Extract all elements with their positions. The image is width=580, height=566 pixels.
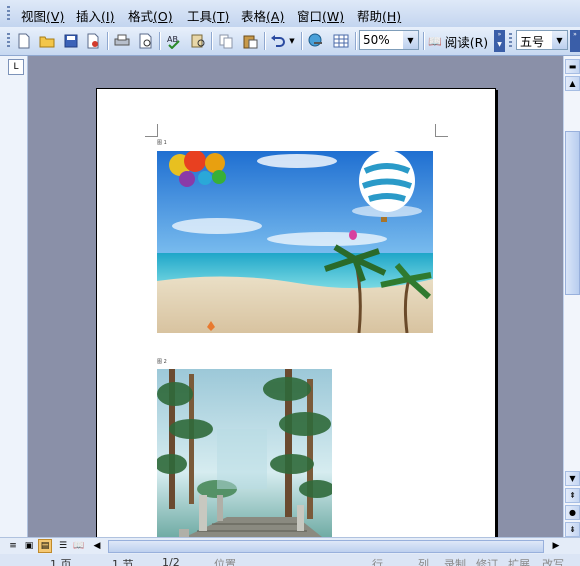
toolbar-separator: [301, 32, 302, 50]
scroll-left-icon[interactable]: ◀: [90, 539, 104, 553]
status-trk[interactable]: 修订: [476, 556, 498, 566]
toolbar-separator: [159, 32, 160, 50]
figure-caption: 图 2: [157, 359, 167, 365]
toolbar-separator: [211, 32, 212, 50]
select-browse-object-icon[interactable]: ●: [565, 505, 580, 520]
next-page-icon[interactable]: ⇟: [565, 522, 580, 537]
status-column: 列: [418, 558, 429, 566]
margin-corner-mark: [435, 124, 448, 137]
print-icon[interactable]: [112, 31, 132, 51]
undo-dropdown-icon[interactable]: ▼: [287, 31, 297, 51]
toolbar-separator: [355, 32, 356, 50]
status-rec[interactable]: 录制: [444, 556, 466, 566]
forest-dock-image[interactable]: [157, 369, 332, 537]
normal-view-icon[interactable]: ≡: [6, 539, 20, 553]
document-page[interactable]: 图 1 图 2: [96, 88, 496, 537]
horizontal-scroll-thumb[interactable]: [108, 540, 544, 553]
print-preview-icon[interactable]: [136, 31, 156, 51]
zoom-select[interactable]: 50% ▼: [359, 30, 419, 50]
scroll-up-icon[interactable]: ▲: [565, 76, 580, 91]
status-bar: 1 页 1 节 1/2 位置 行 列 录制 修订 扩展 改写: [0, 554, 580, 566]
beach-balloons-image[interactable]: [157, 151, 433, 333]
toolbar-options-icon[interactable]: »: [570, 30, 580, 52]
new-document-icon[interactable]: [14, 31, 34, 51]
figure-caption: 图 1: [157, 140, 167, 146]
status-ovr[interactable]: 改写: [542, 556, 564, 566]
paste-icon[interactable]: [240, 31, 260, 51]
menu-format[interactable]: 格式(O): [128, 6, 173, 25]
toolbar-separator: [423, 32, 424, 50]
toolbar-options-icon[interactable]: » ▼: [494, 30, 505, 52]
toolbar-separator: [264, 32, 265, 50]
workspace-top: [28, 56, 562, 81]
open-folder-icon[interactable]: [37, 31, 57, 51]
reading-layout-icon[interactable]: 📖: [72, 539, 86, 553]
status-page: 1 页: [50, 558, 72, 566]
spelling-icon[interactable]: AB: [164, 31, 184, 51]
chevron-down-icon[interactable]: ▼: [403, 31, 418, 49]
standard-toolbar: AB ▼ 50% ▼ 📖 阅读(R) » ▼ 五号 ▼ »: [0, 27, 580, 56]
vertical-ruler[interactable]: [0, 81, 28, 537]
margin-corner-mark: [145, 124, 158, 137]
menu-help[interactable]: 帮助(H): [357, 6, 401, 25]
menubar-grip[interactable]: [7, 6, 10, 21]
menu-insert[interactable]: 插入(I): [76, 6, 114, 25]
document-workspace: 图 1 图 2: [28, 81, 562, 537]
permission-icon[interactable]: [83, 31, 103, 51]
menu-view[interactable]: 视图(V): [21, 6, 64, 25]
menu-table[interactable]: 表格(A): [241, 6, 284, 25]
toolbar-grip[interactable]: [509, 33, 512, 49]
menu-bar: 视图(V) 插入(I) 格式(O) 工具(T) 表格(A) 窗口(W) 帮助(H…: [0, 0, 580, 28]
font-size-value: 五号: [520, 35, 545, 49]
scroll-thumb[interactable]: [565, 131, 580, 295]
horizontal-scrollbar-area: ≡ ▣ ▤ ☰ 📖 ◀ ▶: [0, 537, 580, 555]
split-handle-icon[interactable]: ▬: [565, 59, 580, 74]
menu-window[interactable]: 窗口(W): [297, 6, 344, 25]
web-layout-view-icon[interactable]: ▣: [22, 539, 36, 553]
book-icon: 📖: [428, 34, 442, 48]
scroll-right-icon[interactable]: ▶: [549, 539, 563, 553]
toolbar-grip[interactable]: [7, 33, 10, 49]
status-section: 1 节: [112, 558, 134, 566]
status-line: 行: [372, 558, 383, 566]
copy-icon[interactable]: [216, 31, 236, 51]
previous-page-icon[interactable]: ⇞: [565, 488, 580, 503]
read-button[interactable]: 📖 阅读(R): [428, 31, 488, 51]
save-icon[interactable]: [61, 31, 81, 51]
chevron-down-icon[interactable]: ▼: [552, 31, 567, 49]
scroll-down-icon[interactable]: ▼: [565, 471, 580, 486]
status-ext[interactable]: 扩展: [508, 556, 530, 566]
vertical-scrollbar[interactable]: ▬ ▲ ▼ ⇞ ● ⇟: [563, 56, 580, 537]
zoom-value: 50%: [363, 33, 390, 47]
outline-view-icon[interactable]: ☰: [56, 539, 70, 553]
menu-tools[interactable]: 工具(T): [187, 6, 229, 25]
status-position: 位置: [214, 558, 236, 566]
research-icon[interactable]: [188, 31, 208, 51]
status-page-of: 1/2: [162, 556, 180, 566]
font-size-select[interactable]: 五号 ▼: [516, 30, 568, 50]
toolbar-separator: [107, 32, 108, 50]
undo-icon[interactable]: [268, 31, 288, 51]
tab-stop-selector[interactable]: L: [8, 59, 24, 75]
insert-table-icon[interactable]: [331, 31, 351, 51]
hyperlink-icon[interactable]: [306, 31, 326, 51]
print-layout-view-icon[interactable]: ▤: [38, 539, 52, 553]
